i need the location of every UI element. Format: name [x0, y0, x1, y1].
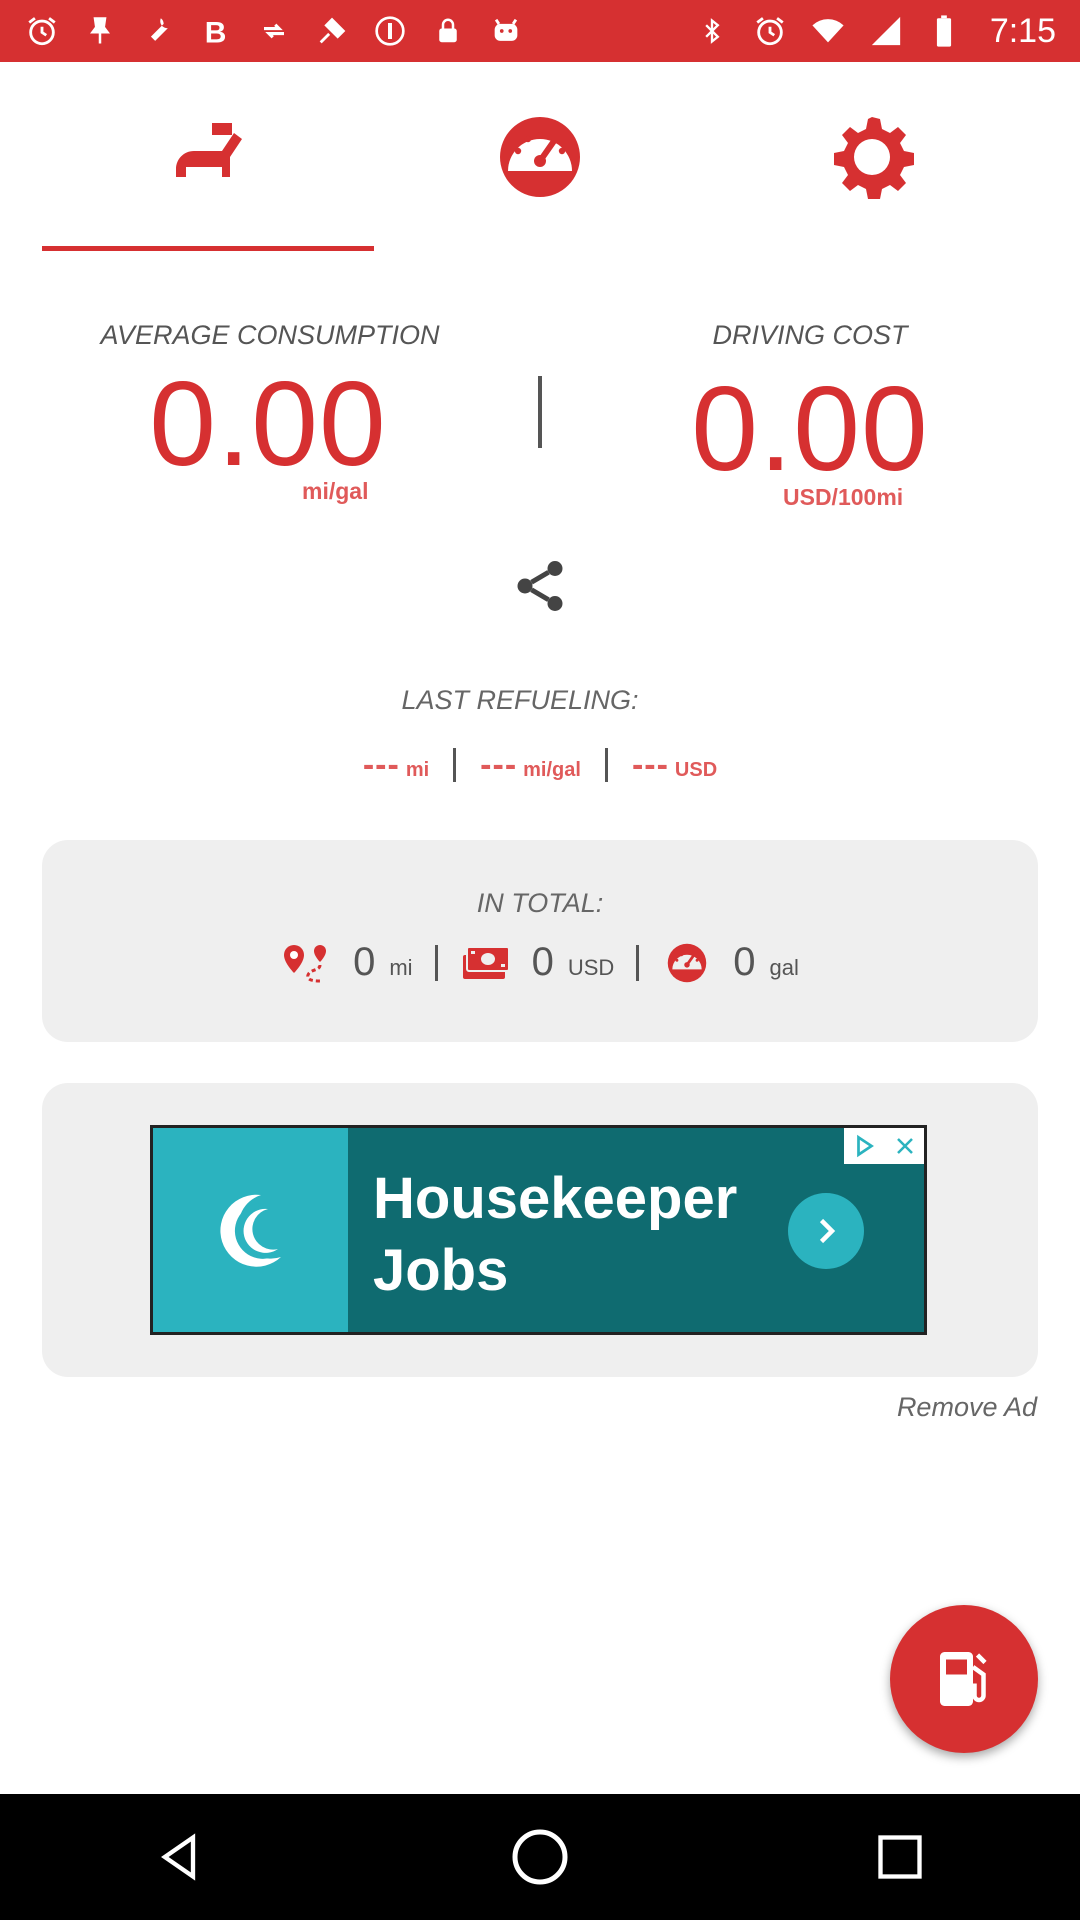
cost-label: DRIVING COST: [712, 320, 908, 350]
gauge-icon: [661, 941, 713, 985]
tab-bar: [0, 62, 1080, 252]
remove-ad-link[interactable]: Remove Ad: [897, 1392, 1037, 1423]
ad-line-2: Jobs: [373, 1238, 509, 1303]
total-fuel-value: 0: [733, 940, 756, 984]
wifi-icon: [810, 13, 846, 49]
last-refuel-consumption: --- mi/gal: [480, 746, 581, 784]
in-total-title: IN TOTAL:: [476, 888, 604, 918]
share-button[interactable]: [510, 556, 570, 616]
circle-pause-icon: [372, 13, 408, 49]
metric-divider: [538, 376, 542, 448]
home-circle-icon: [512, 1829, 568, 1885]
total-fuel-unit: gal: [769, 954, 799, 980]
alarm-icon: [752, 13, 788, 49]
last-refuel-distance: --- mi: [362, 746, 430, 784]
ad-logo: [153, 1128, 348, 1332]
total-cost-value: 0: [531, 940, 554, 984]
last-refueling-row: --- mi --- mi/gal --- USD: [0, 748, 1080, 782]
alarm-icon: [24, 13, 60, 49]
pin-icon: [82, 13, 118, 49]
svg-text:B: B: [205, 16, 227, 48]
back-triangle-icon: [161, 1833, 196, 1881]
back-button[interactable]: [140, 1817, 220, 1897]
last-refuel-cost: --- USD: [631, 746, 718, 784]
lock-icon: [430, 13, 466, 49]
status-bar: B 7:15: [0, 0, 1080, 62]
money-icon: [460, 941, 512, 985]
system-nav-bar: [0, 1794, 1080, 1920]
consumption-label: AVERAGE CONSUMPTION: [100, 320, 440, 350]
android-icon: [488, 13, 524, 49]
chevron-right-icon: [819, 1218, 836, 1244]
ad-headline: Housekeeper Jobs: [373, 1163, 737, 1307]
consumption-value: 0.00: [149, 357, 387, 491]
separator: [604, 748, 608, 782]
add-refuel-button[interactable]: [890, 1605, 1038, 1753]
status-bar-right: 7:15: [694, 12, 1056, 51]
tab-indicator: [42, 246, 374, 251]
signal-icon: [868, 13, 904, 49]
tab-gauge[interactable]: [374, 62, 706, 252]
ad-choices[interactable]: [844, 1128, 924, 1164]
ad-banner[interactable]: Housekeeper Jobs: [150, 1125, 927, 1335]
recents-square-icon: [878, 1835, 922, 1879]
in-total-row: 0 mi 0 USD 0 gal: [42, 940, 1038, 985]
moon-logo-icon: [219, 1194, 281, 1267]
consumption-unit: mi/gal: [302, 478, 369, 504]
ad-line-1: Housekeeper: [373, 1166, 738, 1231]
separator: [434, 944, 438, 981]
recents-button[interactable]: [860, 1817, 940, 1897]
sync-icon: [256, 13, 292, 49]
share-icon: [517, 561, 563, 611]
gear-icon: [834, 117, 914, 199]
speedometer-icon: [500, 117, 580, 197]
cost-value: 0.00: [691, 362, 929, 496]
total-cost-unit: USD: [567, 954, 615, 980]
ad-card: Housekeeper Jobs: [42, 1083, 1038, 1377]
separator: [453, 748, 457, 782]
status-time: 7:15: [989, 11, 1056, 50]
last-refueling-title: LAST REFUELING:: [401, 685, 639, 715]
fuel-nozzle-icon: [176, 123, 242, 179]
wrench-icon: [140, 13, 176, 49]
bold-b-icon: B: [198, 13, 234, 49]
battery-icon: [926, 13, 962, 49]
total-distance-value: 0: [353, 940, 376, 984]
separator: [636, 944, 640, 981]
cost-unit: USD/100mi: [783, 484, 904, 510]
tab-settings[interactable]: [706, 62, 1038, 252]
total-distance-unit: mi: [389, 954, 413, 980]
ad-arrow-button[interactable]: [788, 1193, 864, 1269]
fake-gps-icon: [314, 13, 350, 49]
ad-choices-icon: [856, 1134, 874, 1158]
status-bar-left: B: [24, 13, 524, 49]
close-icon[interactable]: [893, 1134, 917, 1158]
route-pin-icon: [281, 941, 333, 985]
tab-fuel[interactable]: [42, 62, 374, 252]
gas-pump-icon: [940, 1652, 987, 1706]
home-button[interactable]: [500, 1817, 580, 1897]
in-total-card: IN TOTAL: 0 mi 0 USD 0 gal: [42, 840, 1038, 1042]
bluetooth-icon: [694, 13, 730, 49]
